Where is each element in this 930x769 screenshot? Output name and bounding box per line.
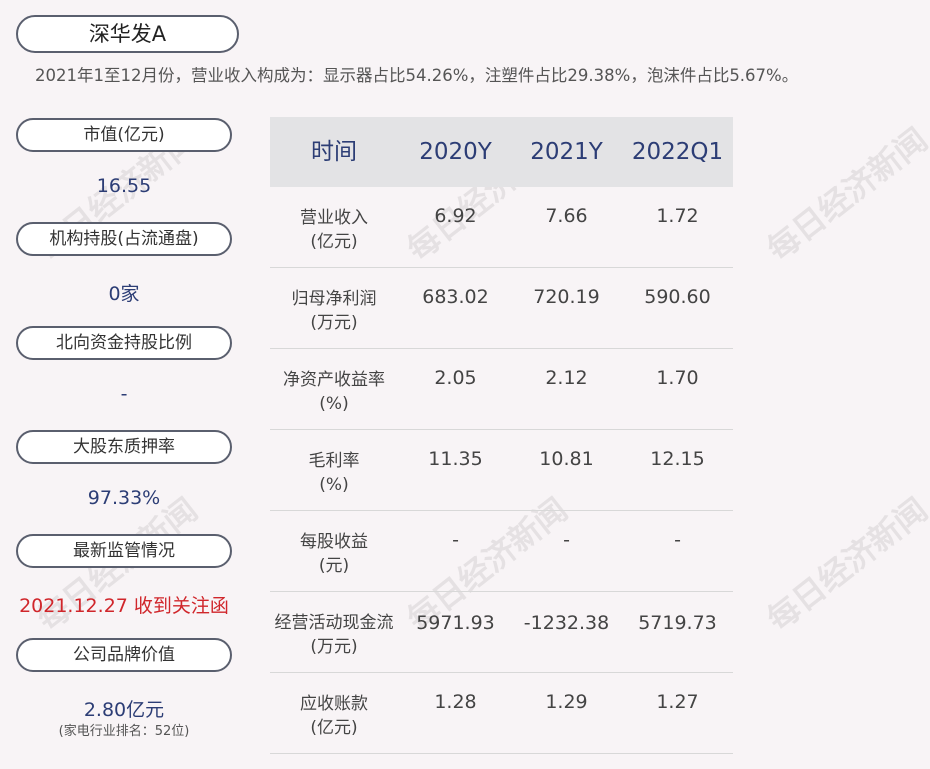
financial-table: 时间 2020Y 2021Y 2022Q1 营业收入 (亿元) 6.92 7.66… [270,117,733,754]
table-cell: 10.81 [539,448,594,470]
row-label: 经营活动现金流 (万元) [274,613,394,657]
company-title: 深华发A [16,15,239,53]
northbound-value: - [120,383,128,405]
institutional-label: 机构持股(占流通盘) [16,222,232,256]
table-row: 经营活动现金流 (万元) 5971.93 -1232.38 5719.73 [270,592,733,673]
table-cell: 1.72 [656,205,699,227]
table-cell: 12.15 [650,448,705,470]
table-row: 净资产收益率 (%) 2.05 2.12 1.70 [270,349,733,430]
row-label: 净资产收益率 (%) [283,370,385,414]
regulation-label: 最新监管情况 [16,534,232,568]
brand-label: 公司品牌价值 [16,638,232,672]
table-cell: 683.02 [422,286,489,308]
brand-value: 2.80亿元 [83,699,165,721]
row-label: 每股收益 (元) [300,532,368,576]
table-cell: 6.92 [434,205,477,227]
brand-rank-note: (家电行业排名：52位) [58,724,190,739]
market-cap-value: 16.55 [96,175,152,197]
table-row: 应收账款 (亿元) 1.28 1.29 1.27 [270,673,733,754]
table-row: 营业收入 (亿元) 6.92 7.66 1.72 [270,187,733,268]
pledge-value: 97.33% [87,487,161,509]
table-cell: 2.05 [434,367,477,389]
institutional-value: 0家 [108,283,140,305]
table-cell: 5971.93 [416,612,495,634]
table-cell: 1.29 [545,691,588,713]
table-cell: 5719.73 [638,612,717,634]
table-cell: -1232.38 [523,612,610,634]
table-cell: - [563,529,570,551]
revenue-summary: 2021年1至12月份，营业收入构成为：显示器占比54.26%，注塑件占比29.… [35,66,799,85]
row-label: 毛利率 (%) [308,451,360,495]
table-cell: 720.19 [533,286,600,308]
regulation-value: 2021.12.27 收到关注函 [19,595,229,617]
northbound-label: 北向资金持股比例 [16,326,232,360]
table-cell: 7.66 [545,205,588,227]
header-2022q1: 2022Q1 [631,139,724,165]
table-row: 归母净利润 (万元) 683.02 720.19 590.60 [270,268,733,349]
table-row: 毛利率 (%) 11.35 10.81 12.15 [270,430,733,511]
table-cell: - [452,529,459,551]
header-2020y: 2020Y [419,139,492,165]
table-cell: 1.28 [434,691,477,713]
table-cell: 1.70 [656,367,699,389]
header-period: 时间 [311,139,357,165]
watermark: 每日经济新闻 [759,120,930,269]
table-row: 每股收益 (元) - - - [270,511,733,592]
row-label: 营业收入 (亿元) [300,208,368,252]
market-cap-label: 市值(亿元) [16,118,232,152]
header-2021y: 2021Y [530,139,603,165]
table-header: 时间 2020Y 2021Y 2022Q1 [270,117,733,187]
row-label: 归母净利润 (万元) [291,289,377,333]
table-cell: 1.27 [656,691,699,713]
pledge-label: 大股东质押率 [16,430,232,464]
row-label: 应收账款 (亿元) [300,694,368,738]
watermark: 每日经济新闻 [759,490,930,639]
table-cell: 11.35 [428,448,483,470]
table-cell: - [674,529,681,551]
table-cell: 2.12 [545,367,588,389]
table-cell: 590.60 [644,286,711,308]
